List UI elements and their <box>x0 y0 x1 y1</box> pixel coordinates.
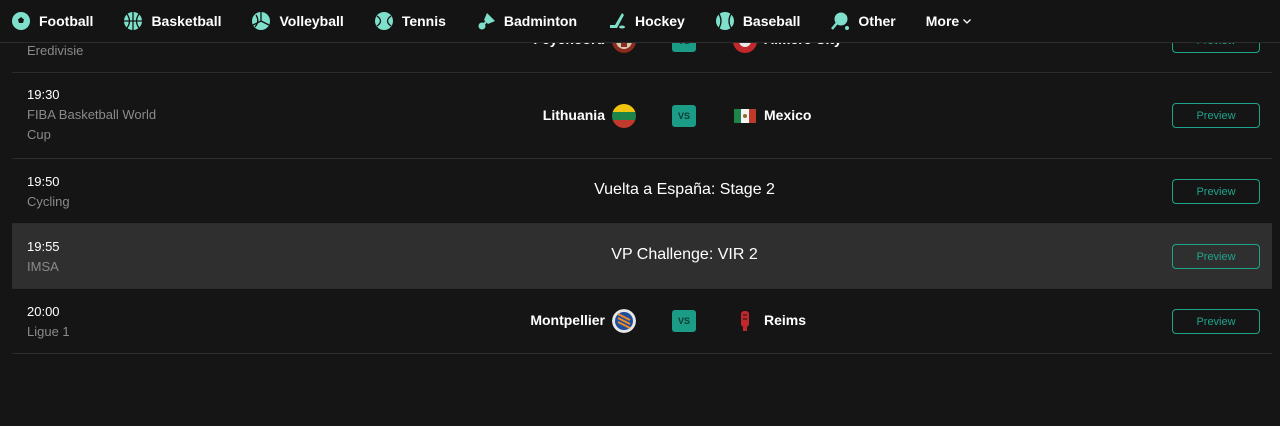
home-team-name: Montpellier <box>530 312 605 328</box>
baseball-icon <box>715 11 735 31</box>
montpellier-logo-icon <box>612 309 636 333</box>
away-team-name: Reims <box>764 312 807 328</box>
nav-item-label: Hockey <box>635 13 685 29</box>
sports-nav-bar: Football Basketball Volleyball Tennis Ba… <box>0 0 1280 43</box>
nav-item-badminton[interactable]: Badminton <box>476 0 577 43</box>
nav-item-label: Basketball <box>151 13 222 29</box>
vs-badge: VS <box>672 310 696 332</box>
match-row[interactable]: 20:00 Ligue 1 Montpellier VS Reims Previ… <box>12 289 1272 354</box>
badminton-icon <box>476 11 496 31</box>
nav-item-label: Tennis <box>401 13 446 29</box>
preview-button[interactable]: Preview <box>1172 309 1260 334</box>
match-teams: Lithuania VS Mexico <box>12 73 1272 158</box>
match-list: Eredivisie Feyenoord VS Almere City Prev… <box>12 8 1272 354</box>
preview-button[interactable]: Preview <box>1172 103 1260 128</box>
football-icon <box>11 11 31 31</box>
nav-item-football[interactable]: Football <box>11 0 93 43</box>
chevron-down-icon <box>962 16 972 26</box>
event-title: Vuelta a España: Stage 2 <box>594 181 775 198</box>
tennis-icon <box>374 11 394 31</box>
event-title: VP Challenge: VIR 2 <box>611 246 758 263</box>
nav-item-volleyball[interactable]: Volleyball <box>251 0 344 43</box>
away-team-name: Mexico <box>764 107 812 123</box>
nav-item-label: Badminton <box>503 13 577 29</box>
nav-item-label: Football <box>39 13 94 29</box>
preview-button[interactable]: Preview <box>1172 179 1260 204</box>
vs-badge: VS <box>672 105 696 127</box>
basketball-icon <box>123 11 143 31</box>
nav-item-other[interactable]: Other <box>830 0 896 43</box>
event-row[interactable]: 19:55 IMSA VP Challenge: VIR 2 Preview <box>12 224 1272 289</box>
other-sports-icon <box>830 11 850 31</box>
nav-item-label: Volleyball <box>279 13 344 29</box>
reims-logo-icon <box>733 309 757 333</box>
nav-item-label: Baseball <box>742 13 801 29</box>
event-row[interactable]: 19:50 Cycling Vuelta a España: Stage 2 P… <box>12 159 1272 224</box>
mexico-flag-icon <box>733 104 757 128</box>
hockey-icon <box>607 11 627 31</box>
nav-more-dropdown[interactable]: More <box>926 0 972 43</box>
preview-button[interactable]: Preview <box>1172 244 1260 269</box>
nav-item-label: Other <box>858 13 896 29</box>
volleyball-icon <box>251 11 271 31</box>
nav-item-hockey[interactable]: Hockey <box>607 0 685 43</box>
nav-item-tennis[interactable]: Tennis <box>374 0 446 43</box>
nav-more-label: More <box>925 13 960 29</box>
lithuania-flag-icon <box>612 104 636 128</box>
home-team-name: Lithuania <box>542 107 605 123</box>
match-row[interactable]: 19:30 FIBA Basketball World Cup Lithuani… <box>12 73 1272 159</box>
nav-item-basketball[interactable]: Basketball <box>123 0 221 43</box>
match-teams: Montpellier VS Reims <box>12 289 1272 353</box>
nav-item-baseball[interactable]: Baseball <box>715 0 801 43</box>
